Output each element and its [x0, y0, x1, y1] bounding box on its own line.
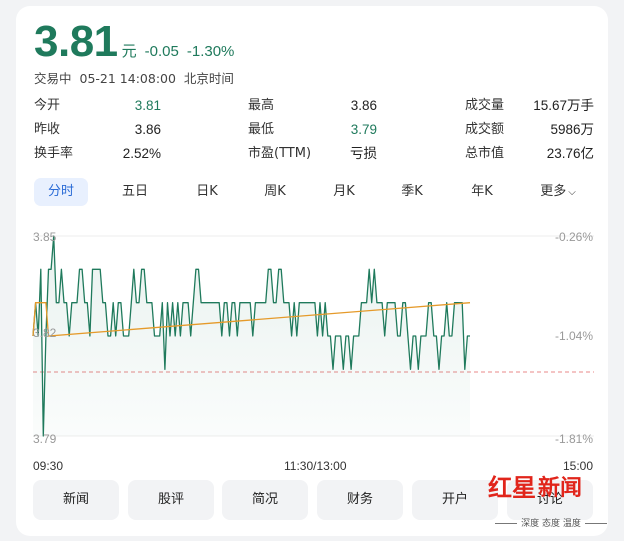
profile-button[interactable]: 简况 [222, 480, 308, 520]
watermark-news-text: 新闻 [538, 475, 583, 501]
tab-label: 月K [333, 184, 355, 199]
intraday-chart: 3.85 3.82 3.79 -0.26% -1.04% -1.81% 09:3… [16, 218, 608, 473]
financials-button[interactable]: 财务 [317, 480, 403, 520]
stat-label: 成交量 [465, 98, 505, 113]
tab-five-day[interactable]: 五日 [108, 178, 162, 206]
stat-label: 总市值 [465, 146, 505, 161]
tab-daily-k[interactable]: 日K [180, 178, 234, 206]
price-change-percent: -1.30% [186, 43, 235, 60]
stat-label: 成交额 [465, 122, 505, 137]
stat-value: 2.52% [122, 146, 161, 161]
stock-quote-card: 3.81 元 -0.05 -1.30% 交易中 05-21 14:08:00 北… [16, 6, 608, 536]
stat-value: 15.67万手 [533, 98, 594, 113]
quote-stats-grid: 今开 3.81 最高 3.86 成交量 15.67万手 昨收 3.86 最低 3.79 成… [34, 94, 594, 166]
tab-yearly-k[interactable]: 年K [455, 178, 509, 206]
tab-weekly-k[interactable]: 周K [248, 178, 302, 206]
stats-row: 换手率 2.52% 市盈(TTM) 亏损 总市值 23.76亿 [34, 142, 594, 166]
tab-monthly-k[interactable]: 月K [317, 178, 371, 206]
tab-more[interactable]: 更多 ⌵ [528, 178, 588, 206]
stat-label: 最高 [248, 98, 275, 113]
price-unit: 元 [121, 42, 137, 60]
stats-row: 昨收 3.86 最低 3.79 成交额 5986万 [34, 118, 594, 142]
tab-label: 分时 [47, 184, 74, 199]
trading-status: 交易中 05-21 14:08:00 北京时间 [34, 68, 234, 87]
price-area-fill [33, 236, 470, 436]
tab-label: 年K [471, 184, 493, 199]
stat-label: 换手率 [34, 146, 74, 161]
y-tick-right-bottom: -1.81% [554, 432, 593, 446]
stat-label: 昨收 [34, 122, 61, 137]
watermark-tagline: 深度 态度 温度 [486, 516, 616, 529]
intraday-chart-svg [32, 235, 594, 437]
status-datetime: 05-21 14:08:00 [79, 71, 176, 86]
stats-row: 今开 3.81 最高 3.86 成交量 15.67万手 [34, 94, 594, 118]
status-label: 交易中 [34, 71, 72, 86]
stat-value: 3.81 [134, 98, 161, 113]
x-tick-open: 09:30 [33, 459, 64, 473]
price-header: 3.81 元 -0.05 -1.30% [34, 20, 234, 64]
chart-period-tabs: 分时 五日 日K 周K 月K 季K 年K 更多 ⌵ [34, 178, 594, 206]
current-price: 3.81 [34, 17, 118, 66]
y-tick-right-mid: -1.04% [554, 329, 593, 343]
news-button[interactable]: 新闻 [33, 480, 119, 520]
stat-value: 3.86 [350, 98, 377, 113]
watermark-logo: 红星 新闻 [488, 476, 582, 500]
tab-label: 周K [264, 184, 286, 199]
red-star-news-watermark: 红星 新闻 深度 态度 温度 [486, 474, 618, 534]
stat-label: 市盈(TTM) [248, 146, 312, 161]
stat-value: 23.76亿 [546, 146, 594, 161]
comments-button[interactable]: 股评 [128, 480, 214, 520]
tab-label: 五日 [121, 184, 148, 199]
stat-label: 最低 [248, 122, 275, 137]
stat-value: 3.79 [350, 122, 377, 137]
x-tick-close: 15:00 [562, 459, 593, 473]
tab-label: 季K [401, 184, 423, 199]
status-timezone: 北京时间 [183, 71, 234, 86]
y-tick-left-mid: 3.82 [33, 326, 57, 340]
stat-value: 3.86 [134, 122, 161, 137]
y-tick-left-bottom: 3.79 [33, 432, 57, 446]
stat-label: 今开 [34, 98, 61, 113]
stat-value: 亏损 [350, 146, 377, 161]
y-tick-left-top: 3.85 [33, 230, 57, 244]
tab-intraday[interactable]: 分时 [34, 178, 88, 206]
price-change: -0.05 [144, 43, 179, 60]
y-tick-right-top: -0.26% [554, 230, 593, 244]
tab-label: 更多 [540, 184, 567, 199]
chevron-down-icon: ⌵ [568, 187, 576, 198]
tab-quarterly-k[interactable]: 季K [385, 178, 439, 206]
watermark-logo-text: 红星 [488, 473, 536, 502]
x-tick-midday: 11:30/13:00 [284, 459, 347, 473]
tab-label: 日K [196, 184, 218, 199]
stat-value: 5986万 [550, 122, 594, 137]
